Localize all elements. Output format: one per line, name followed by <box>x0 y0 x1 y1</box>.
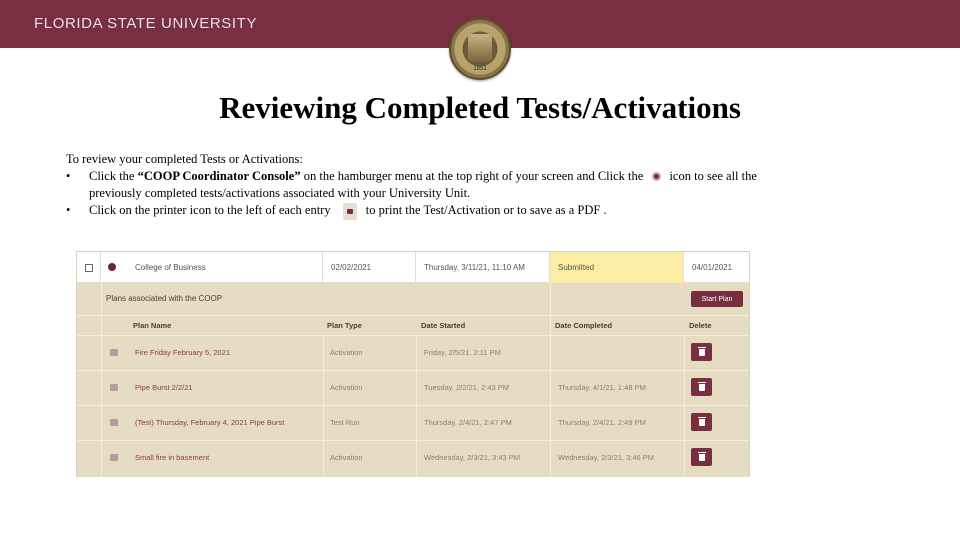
table-row: Pipe Burst 2/2/21 Activation Tuesday, 2/… <box>77 370 749 405</box>
expand-toggle-icon[interactable] <box>108 263 116 271</box>
table-row: (Test) Thursday, February 4, 2021 Pipe B… <box>77 405 749 440</box>
col-date-started[interactable]: Date Started <box>421 316 465 335</box>
plans-panel: Plans associated with the COOP Start Pla… <box>77 283 749 477</box>
bullet-2-post: to print the Test/Activation or to save … <box>366 203 607 217</box>
date-started: Friday, 2/5/21, 2:11 PM <box>424 335 501 370</box>
printer-icon[interactable] <box>110 454 118 461</box>
bullet-2-pre: Click on the printer icon to the left of… <box>89 203 334 217</box>
panel-header: Plans associated with the COOP Start Pla… <box>77 283 749 316</box>
date-started: Tuesday, 2/2/21, 2:43 PM <box>424 370 509 405</box>
checkbox-cell <box>77 252 101 283</box>
date-completed: Thursday, 4/1/21, 1:48 PM <box>558 370 646 405</box>
date-cell-2: Thursday, 3/11/21, 11:10 AM <box>416 252 550 283</box>
console-name: “COOP Coordinator Console” <box>138 169 301 183</box>
start-plan-label: Start Plan <box>702 296 733 303</box>
bullet-2-text: Click on the printer icon to the left of… <box>89 202 607 220</box>
printer-icon[interactable] <box>110 419 118 426</box>
delete-button[interactable] <box>691 343 712 361</box>
console-screenshot: College of Business 02/02/2021 Thursday,… <box>76 251 750 477</box>
instructions-intro: To review your completed Tests or Activa… <box>66 151 926 168</box>
date-completed: Wednesday, 2/3/21, 3:46 PM <box>558 440 654 475</box>
bullet-1-pre: Click the <box>89 169 138 183</box>
unit-cell: College of Business <box>127 252 323 283</box>
coop-summary-row: College of Business 02/02/2021 Thursday,… <box>77 252 749 283</box>
bullet-1-post: icon to see all the <box>669 169 756 183</box>
plan-type: Test Run <box>330 405 360 440</box>
col-plan-type[interactable]: Plan Type <box>327 316 362 335</box>
page-title: Reviewing Completed Tests/Activations <box>0 90 960 126</box>
table-row: Small fire in basement Activation Wednes… <box>77 440 749 475</box>
bullet-marker: • <box>66 202 89 220</box>
seal-year: 1851 <box>451 66 509 72</box>
trash-icon <box>699 454 705 461</box>
bullet-1-mid: on the hamburger menu at the top right o… <box>301 169 647 183</box>
table-row: Fire Friday February 5, 2021 Activation … <box>77 335 749 370</box>
panel-label: Plans associated with the COOP <box>106 294 222 303</box>
delete-button[interactable] <box>691 448 712 466</box>
plan-type: Activation <box>330 335 363 370</box>
start-plan-button[interactable]: Start Plan <box>691 291 743 307</box>
bullet-1-line2: previously completed tests/activations a… <box>66 185 926 202</box>
trash-icon <box>699 419 705 426</box>
status-badge: Submitted <box>550 252 684 283</box>
university-seal-logo: 1851 <box>449 18 511 80</box>
plan-type: Activation <box>330 370 363 405</box>
seal-emblem <box>468 34 492 62</box>
instructions: To review your completed Tests or Activa… <box>66 151 926 220</box>
col-date-completed[interactable]: Date Completed <box>555 316 612 335</box>
delete-button[interactable] <box>691 413 712 431</box>
printer-icon[interactable] <box>110 384 118 391</box>
bullet-marker: • <box>66 168 89 185</box>
printer-icon <box>343 203 357 220</box>
date-started: Thursday, 2/4/21, 2:47 PM <box>424 405 512 440</box>
col-plan-name[interactable]: Plan Name <box>133 316 171 335</box>
row-checkbox[interactable] <box>85 264 93 272</box>
plan-name[interactable]: Pipe Burst 2/2/21 <box>135 370 193 405</box>
date-cell-3: 04/01/2021 <box>684 252 749 283</box>
trash-icon <box>699 349 705 356</box>
university-wordmark: FLORIDA STATE UNIVERSITY <box>34 15 257 32</box>
plan-name[interactable]: Small fire in basement <box>135 440 209 475</box>
plan-name[interactable]: (Test) Thursday, February 4, 2021 Pipe B… <box>135 405 284 440</box>
bullet-2: • Click on the printer icon to the left … <box>66 202 926 220</box>
delete-button[interactable] <box>691 378 712 396</box>
date-cell-1: 02/02/2021 <box>323 252 416 283</box>
date-started: Wednesday, 2/3/21, 3:43 PM <box>424 440 520 475</box>
plan-type: Activation <box>330 440 363 475</box>
plan-name[interactable]: Fire Friday February 5, 2021 <box>135 335 230 370</box>
expand-icon <box>652 172 661 181</box>
bullet-1-text: Click the “COOP Coordinator Console” on … <box>89 168 757 185</box>
bullet-1: • Click the “COOP Coordinator Console” o… <box>66 168 926 185</box>
date-completed: Thursday, 2/4/21, 2:49 PM <box>558 405 646 440</box>
col-delete: Delete <box>689 316 712 335</box>
printer-icon[interactable] <box>110 349 118 356</box>
trash-icon <box>699 384 705 391</box>
